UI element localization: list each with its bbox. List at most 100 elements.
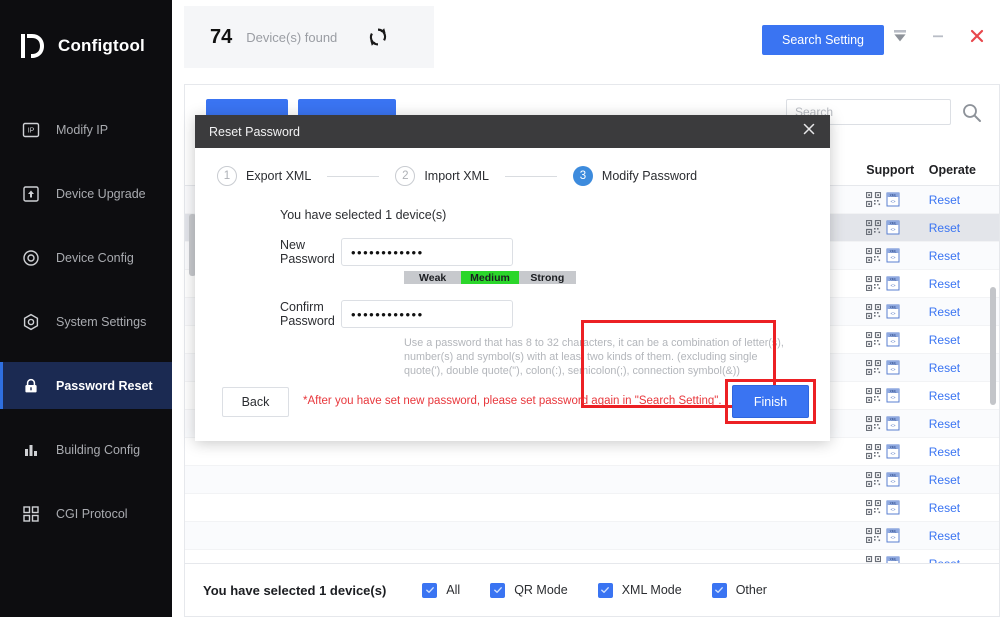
sidebar-item-cgi-protocol[interactable]: CGI Protocol xyxy=(0,490,172,537)
support-icons: XML <> xyxy=(866,360,928,375)
footer-filters: All QR Mode XML Mode Other xyxy=(422,582,797,598)
table-row[interactable]: XML<>Reset xyxy=(185,466,999,494)
sidebar-item-device-upgrade[interactable]: Device Upgrade xyxy=(0,170,172,217)
svg-text:<>: <> xyxy=(891,340,897,345)
footer-checkbox[interactable] xyxy=(711,582,727,598)
reset-link[interactable]: Reset xyxy=(929,473,960,487)
step-2-label: Import XML xyxy=(424,169,489,183)
table-row[interactable]: XML <> Reset xyxy=(185,438,999,466)
th-operate: Operate xyxy=(928,163,976,177)
support-icons: XML <> xyxy=(866,276,928,291)
reset-link[interactable]: Reset xyxy=(929,305,960,319)
svg-text:XML: XML xyxy=(890,445,897,449)
back-button[interactable]: Back xyxy=(222,387,289,417)
reset-link[interactable]: Reset xyxy=(929,417,960,431)
dialog-titlebar: Reset Password xyxy=(195,115,830,148)
svg-text:<>: <> xyxy=(891,368,897,373)
footer-filter-all[interactable]: All xyxy=(422,582,461,598)
table-row[interactable]: XML <> Reset xyxy=(185,522,999,550)
search-setting-button[interactable]: Search Setting xyxy=(762,25,884,55)
brand-name: Configtool xyxy=(58,36,145,55)
dialog-close-icon[interactable] xyxy=(802,122,816,141)
sidebar-item-modify-ip[interactable]: IP Modify IP xyxy=(0,106,172,153)
footer-filter-label: XML Mode xyxy=(621,583,682,597)
strength-weak: Weak xyxy=(404,271,462,284)
svg-text:<>: <> xyxy=(891,200,897,205)
sidebar-item-label: Building Config xyxy=(56,442,141,457)
confirm-password-input[interactable] xyxy=(341,300,513,328)
sidebar-nav: IP Modify IP Device Upgrade Device Confi… xyxy=(0,106,172,537)
support-icons: XML <> xyxy=(866,192,928,207)
selected-device-info: You have selected 1 device(s) xyxy=(280,208,447,222)
footer-checkbox[interactable] xyxy=(422,582,438,598)
sidebar-item-label: Device Config xyxy=(56,250,134,265)
reset-link[interactable]: Reset xyxy=(929,249,960,263)
svg-text:XML: XML xyxy=(890,529,897,533)
reset-link[interactable]: Reset xyxy=(929,361,960,375)
sidebar: Configtool IP Modify IP Device Upgrade D… xyxy=(0,0,172,617)
close-icon[interactable] xyxy=(968,27,986,50)
step-3-bubble: 3 xyxy=(572,166,593,186)
footer-filter-label: All xyxy=(446,583,461,597)
footer-filter-xml-mode[interactable]: XML Mode xyxy=(597,582,682,598)
step-indicator: 1 Export XML 2 Import XML 3 Modify Passw… xyxy=(195,148,830,186)
bar-chart-icon xyxy=(22,441,40,459)
new-password-input[interactable] xyxy=(341,238,513,266)
svg-text:XML: XML xyxy=(890,389,897,393)
svg-text:XML: XML xyxy=(890,221,897,225)
support-icons: XML <> xyxy=(866,248,928,263)
reset-password-dialog: Reset Password 1 Export XML 2 Import XML… xyxy=(195,115,830,441)
finish-button[interactable]: Finish xyxy=(732,385,809,418)
step-2-bubble: 2 xyxy=(395,166,416,186)
step-3-label: Modify Password xyxy=(601,169,698,183)
sidebar-item-password-reset[interactable]: Password Reset xyxy=(0,362,172,409)
reset-link[interactable]: Reset xyxy=(929,389,960,403)
support-icons: XML <> xyxy=(866,304,928,319)
svg-text:XML: XML xyxy=(890,473,897,477)
svg-text:<>: <> xyxy=(891,452,897,457)
header: 74 Device(s) found Search Setting xyxy=(172,0,1000,82)
table-row[interactable]: XML<>Reset xyxy=(185,494,999,522)
footer-filter-label: Other xyxy=(735,583,767,597)
svg-text:XML: XML xyxy=(890,557,897,561)
svg-text:<>: <> xyxy=(891,256,897,261)
support-icons: XML <> xyxy=(866,332,928,347)
table-row[interactable]: XML<>Reset xyxy=(185,550,999,564)
svg-text:XML: XML xyxy=(890,277,897,281)
sidebar-item-label: Modify IP xyxy=(56,122,109,137)
footer-checkbox[interactable] xyxy=(490,582,506,598)
brand: Configtool xyxy=(0,0,172,68)
support-icons: XML <> xyxy=(866,220,928,235)
footer-filter-other[interactable]: Other xyxy=(711,582,767,598)
device-found-label: Device(s) found xyxy=(246,29,338,45)
magnifier-icon[interactable] xyxy=(961,102,983,129)
footer-filter-qr-mode[interactable]: QR Mode xyxy=(490,582,568,598)
reset-link[interactable]: Reset xyxy=(929,221,960,235)
footer-filter-label: QR Mode xyxy=(514,583,568,597)
lock-icon xyxy=(22,377,40,395)
filter-icon[interactable] xyxy=(892,28,908,49)
svg-text:XML: XML xyxy=(890,501,897,505)
configtool-logo-icon xyxy=(18,31,46,61)
reset-link[interactable]: Reset xyxy=(929,333,960,347)
footer-checkbox[interactable] xyxy=(597,582,613,598)
svg-text:XML: XML xyxy=(890,305,897,309)
sidebar-item-system-settings[interactable]: System Settings xyxy=(0,298,172,345)
reset-link[interactable]: Reset xyxy=(929,445,960,459)
reset-link[interactable]: Reset xyxy=(929,529,960,543)
device-count-box: 74 Device(s) found xyxy=(184,6,434,68)
sidebar-item-device-config[interactable]: Device Config xyxy=(0,234,172,281)
reset-link[interactable]: Reset xyxy=(929,501,960,515)
dialog-footer-note: *After you have set new password, please… xyxy=(303,395,722,407)
sidebar-item-label: System Settings xyxy=(56,314,147,329)
reset-link[interactable]: Reset xyxy=(929,277,960,291)
th-support: Support xyxy=(866,163,915,177)
svg-text:<>: <> xyxy=(891,536,897,541)
svg-text:XML: XML xyxy=(890,417,897,421)
reset-link[interactable]: Reset xyxy=(929,193,960,207)
sidebar-item-building-config[interactable]: Building Config xyxy=(0,426,172,473)
refresh-icon[interactable] xyxy=(367,26,389,48)
table-scrollbar[interactable] xyxy=(990,287,996,405)
step-1-label: Export XML xyxy=(246,169,312,183)
minimize-icon[interactable] xyxy=(930,28,946,49)
